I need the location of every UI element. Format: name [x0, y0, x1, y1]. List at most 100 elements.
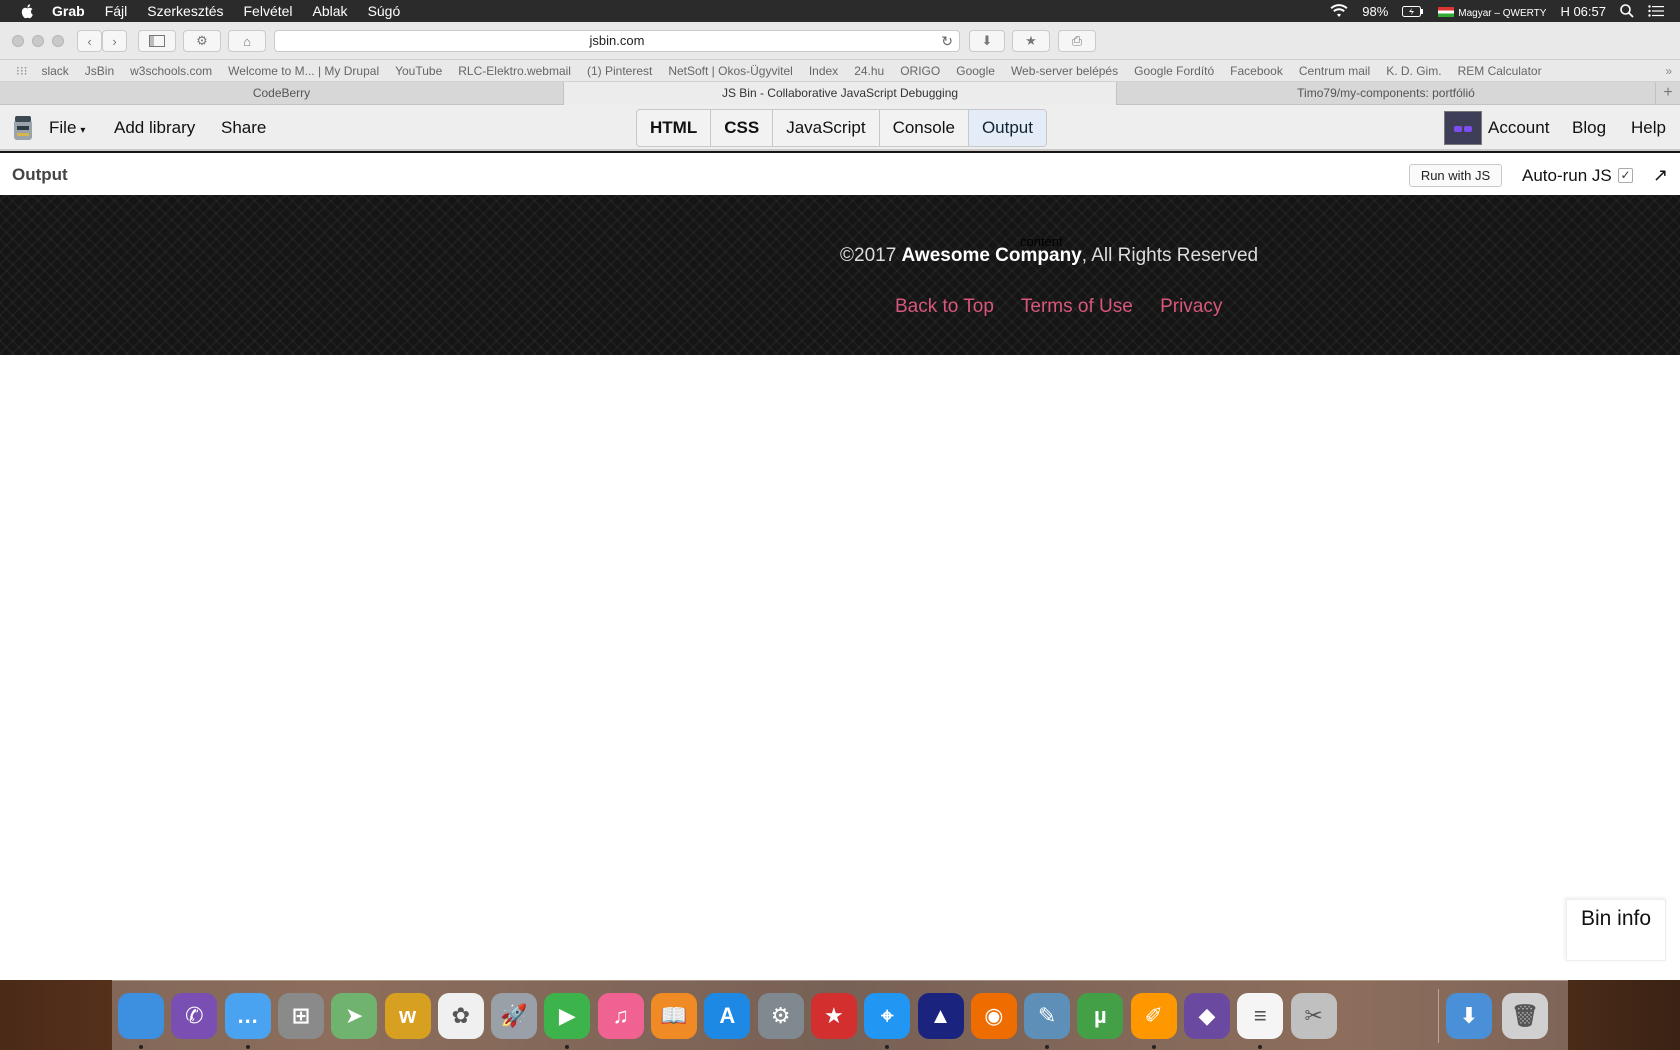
zoom-window-button[interactable]	[52, 35, 64, 47]
popout-arrow-icon[interactable]: ↗	[1653, 165, 1668, 186]
file-menu[interactable]: File ▾	[49, 105, 85, 151]
spotlight-search-icon[interactable]	[1620, 4, 1634, 18]
menu-file[interactable]: Fájl	[105, 3, 128, 19]
pages-icon[interactable]: ✐	[1130, 993, 1177, 1039]
photos-icon[interactable]: ✿	[437, 993, 484, 1039]
back-to-top-link[interactable]: Back to Top	[895, 296, 994, 317]
bookmark-button[interactable]: ★	[1012, 30, 1050, 52]
maps-icon[interactable]: ➤	[331, 993, 378, 1039]
hive-icon[interactable]: w	[384, 993, 431, 1039]
ibooks-icon[interactable]: 📖	[651, 993, 697, 1039]
textedit-icon[interactable]: ≡	[1237, 993, 1284, 1039]
favorite-link[interactable]: Welcome to M... | My Drupal	[228, 64, 379, 78]
new-tab-plus-icon[interactable]: +	[1656, 82, 1680, 104]
panel-css[interactable]: CSS	[711, 110, 774, 146]
favorite-link[interactable]: w3schools.com	[130, 64, 212, 78]
system-preferences-icon[interactable]: ⚙	[757, 993, 804, 1039]
panel-console[interactable]: Console	[880, 110, 969, 146]
footer-links: Back to Top Terms of Use Privacy	[895, 296, 1244, 318]
messages-icon[interactable]: …	[224, 993, 271, 1039]
add-library-button[interactable]: Add library	[114, 105, 195, 151]
favorite-link[interactable]: Google Fordító	[1134, 64, 1214, 78]
grab-icon[interactable]: ✂	[1290, 993, 1337, 1039]
copyright-suffix: , All Rights Reserved	[1081, 245, 1259, 266]
facetime-icon[interactable]: ▶	[544, 993, 591, 1039]
favorite-link[interactable]: Centrum mail	[1299, 64, 1370, 78]
favorite-link[interactable]: YouTube	[395, 64, 442, 78]
viber-icon[interactable]: ✆	[171, 993, 218, 1039]
close-window-button[interactable]	[12, 35, 24, 47]
firefox-icon[interactable]: ◉	[970, 993, 1017, 1039]
safari-icon[interactable]: ⌖	[864, 993, 911, 1039]
favorite-link[interactable]: ORIGO	[900, 64, 940, 78]
top-sites-grid-icon[interactable]: ⁝⁝⁝	[16, 64, 27, 78]
favorite-link[interactable]: NetSoft | Okos-Ügyvitel	[668, 64, 793, 78]
menu-capture[interactable]: Felvétel	[244, 3, 293, 19]
back-button[interactable]: ‹	[77, 30, 102, 52]
calculator-icon[interactable]: ⊞	[277, 993, 324, 1039]
account-link[interactable]: Account	[1488, 105, 1549, 151]
address-bar[interactable]: jsbin.com ↻	[274, 30, 960, 52]
wifi-icon[interactable]	[1330, 4, 1348, 18]
affinity-icon[interactable]: ▲	[917, 993, 964, 1039]
panel-output[interactable]: Output	[968, 110, 1046, 146]
favorite-link[interactable]: JsBin	[85, 64, 114, 78]
more-favorites-icon[interactable]: »	[1665, 64, 1672, 78]
extension-button[interactable]: ⚙	[183, 30, 221, 52]
help-link[interactable]: Help	[1631, 105, 1666, 151]
clock[interactable]: H 06:57	[1560, 4, 1606, 19]
panel-html[interactable]: HTML	[637, 110, 712, 146]
avatar[interactable]	[1444, 111, 1482, 145]
favorite-link[interactable]: Web-server belépés	[1011, 64, 1118, 78]
panel-javascript[interactable]: JavaScript	[773, 110, 880, 146]
autorun-checkbox[interactable]: ✓	[1618, 168, 1633, 183]
favorite-link[interactable]: (1) Pinterest	[587, 64, 652, 78]
privacy-link[interactable]: Privacy	[1160, 296, 1222, 317]
finder-icon[interactable]	[118, 993, 164, 1039]
battery-icon[interactable]	[1402, 5, 1424, 17]
itunes-icon[interactable]: ♫	[597, 993, 644, 1039]
github-icon[interactable]: ◆	[1184, 993, 1230, 1039]
menu-grab[interactable]: Grab	[52, 3, 85, 19]
apple-icon[interactable]	[20, 3, 36, 19]
tab-my-components[interactable]: Timo79/my-components: portfólió	[1117, 82, 1656, 105]
favorite-link[interactable]: RLC-Elektro.webmail	[458, 64, 571, 78]
launchpad-icon[interactable]: 🚀	[491, 993, 538, 1039]
downloads-folder-icon[interactable]: ⬇	[1446, 993, 1492, 1039]
favorite-link[interactable]: K. D. Gim.	[1386, 64, 1441, 78]
keyboard-layout[interactable]: Magyar – QWERTY	[1438, 4, 1546, 19]
home-button[interactable]: ⌂	[228, 30, 266, 52]
notification-center-icon[interactable]	[1648, 5, 1664, 17]
bin-info-button[interactable]: Bin info	[1566, 899, 1666, 961]
app-store-icon[interactable]: A	[704, 993, 751, 1039]
run-with-js-button[interactable]: Run with JS	[1409, 164, 1502, 187]
favorite-link[interactable]: Google	[956, 64, 995, 78]
minimize-window-button[interactable]	[32, 35, 44, 47]
tab-codeberry[interactable]: CodeBerry	[0, 82, 564, 105]
page-footer: content ©2017 Awesome Company, All Right…	[0, 195, 1680, 355]
favorite-link[interactable]: Facebook	[1230, 64, 1283, 78]
preview-icon[interactable]: ✎	[1024, 993, 1071, 1039]
favorite-link[interactable]: REM Calculator	[1458, 64, 1542, 78]
utorrent-icon[interactable]: µ	[1077, 993, 1124, 1039]
reload-icon[interactable]: ↻	[941, 31, 953, 51]
favorite-link[interactable]: slack	[41, 64, 68, 78]
trash-icon[interactable]: 🗑	[1502, 993, 1548, 1039]
tab-jsbin[interactable]: JS Bin - Collaborative JavaScript Debugg…	[564, 82, 1117, 105]
menu-window[interactable]: Ablak	[313, 3, 348, 19]
chevron-left-icon: ‹	[87, 33, 92, 49]
forward-button[interactable]: ›	[102, 30, 127, 52]
print-button[interactable]: ⎙	[1058, 30, 1096, 52]
downloads-button[interactable]: ⬇	[969, 30, 1005, 52]
pokerstars-icon[interactable]: ★	[810, 993, 857, 1039]
menu-help[interactable]: Súgó	[368, 3, 401, 19]
favorite-link[interactable]: 24.hu	[854, 64, 884, 78]
sidebar-toggle-button[interactable]	[138, 30, 176, 52]
copyright-text: ©2017 Awesome Company, All Rights Reserv…	[840, 245, 1258, 267]
jsbin-logo-icon[interactable]	[12, 114, 34, 142]
terms-of-use-link[interactable]: Terms of Use	[1021, 296, 1133, 317]
favorite-link[interactable]: Index	[809, 64, 838, 78]
menu-edit[interactable]: Szerkesztés	[147, 3, 223, 19]
blog-link[interactable]: Blog	[1572, 105, 1606, 151]
share-button[interactable]: Share	[221, 105, 266, 151]
